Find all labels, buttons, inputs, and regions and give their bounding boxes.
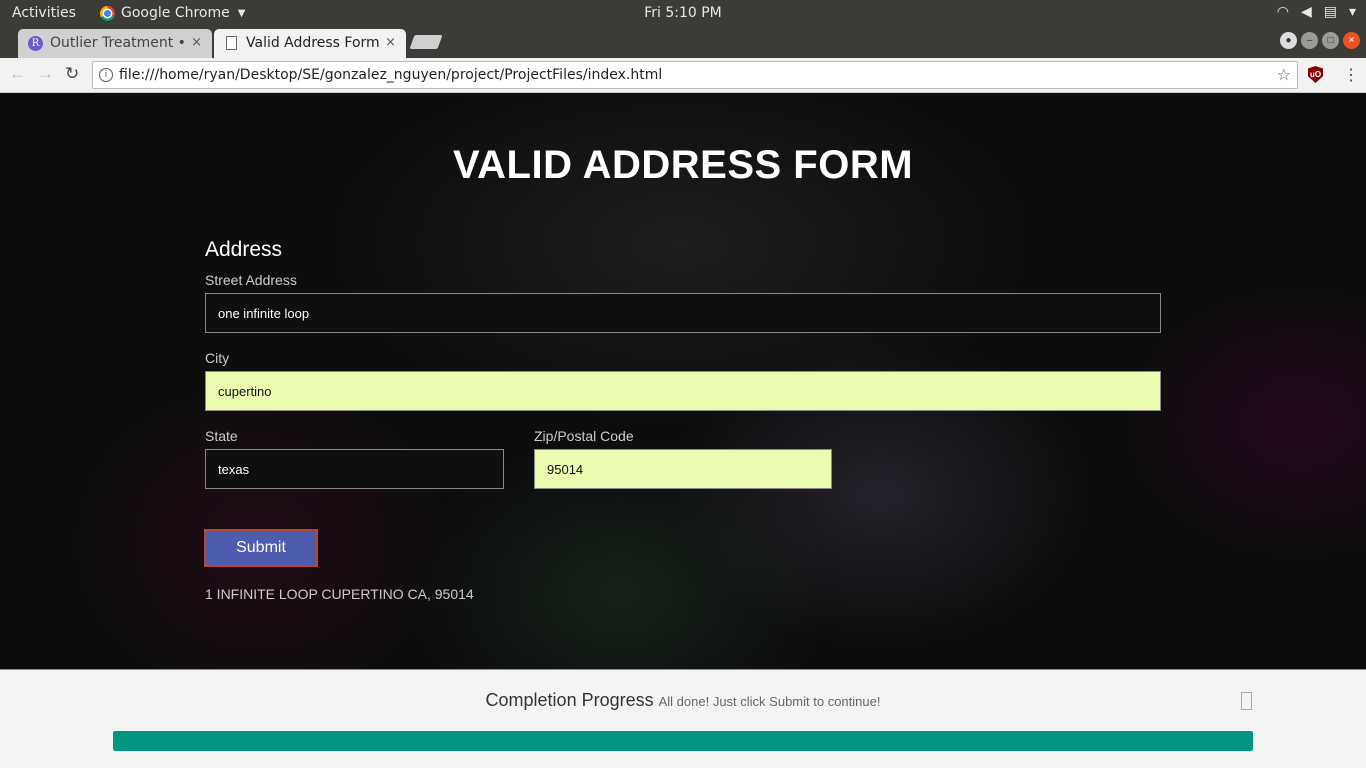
progress-bar-fill: [113, 731, 1253, 751]
forward-icon[interactable]: →: [37, 64, 54, 84]
zip-input[interactable]: [534, 449, 832, 489]
volume-icon[interactable]: ◀: [1301, 4, 1312, 20]
progress-title: Completion Progress: [485, 690, 654, 710]
tab-label: Valid Address Form: [246, 35, 380, 51]
completion-progress-panel: Completion Progress All done! Just click…: [0, 669, 1366, 768]
bookmark-star-icon[interactable]: ☆: [1277, 62, 1291, 88]
progress-message: All done! Just click Submit to continue!: [658, 694, 881, 709]
tab-label: Outlier Treatment •: [50, 35, 186, 51]
window-controls: ● – □ ×: [1280, 32, 1360, 49]
city-input[interactable]: [205, 371, 1161, 411]
close-icon[interactable]: ×: [191, 29, 202, 57]
r-logo-icon: R: [28, 36, 43, 51]
menu-dots-icon[interactable]: ⋮: [1343, 65, 1359, 85]
wifi-icon[interactable]: ◠: [1277, 4, 1289, 20]
maximize-icon[interactable]: □: [1322, 32, 1339, 49]
tab-outlier-treatment[interactable]: R Outlier Treatment • ×: [18, 29, 212, 58]
street-label: Street Address: [205, 272, 297, 288]
profile-icon[interactable]: ●: [1280, 32, 1297, 49]
state-label: State: [205, 428, 238, 444]
section-heading: Address: [205, 238, 283, 261]
document-icon: [226, 36, 237, 50]
close-icon[interactable]: ×: [385, 29, 396, 57]
progress-bar: [113, 731, 1253, 751]
activities-button[interactable]: Activities: [12, 5, 76, 21]
chrome-icon: [100, 5, 115, 21]
page-title: VALID ADDRESS FORM: [452, 143, 914, 187]
state-input[interactable]: [205, 449, 504, 489]
close-window-icon[interactable]: ×: [1343, 32, 1360, 49]
url-text: file:///home/ryan/Desktop/SE/gonzalez_ng…: [119, 67, 663, 83]
clipboard-icon[interactable]: ▤: [1324, 4, 1337, 20]
browser-toolbar: ← → ↻ i file:///home/ryan/Desktop/SE/gon…: [0, 58, 1366, 93]
info-icon[interactable]: i: [99, 68, 113, 82]
formatted-address-result: 1 INFINITE LOOP CUPERTINO CA, 95014: [205, 586, 474, 602]
app-menu[interactable]: Google Chrome ▼: [100, 5, 245, 21]
back-icon[interactable]: ←: [9, 64, 26, 84]
power-icon[interactable]: ▾: [1349, 4, 1356, 20]
ublock-icon[interactable]: uO: [1308, 66, 1323, 83]
minimize-icon[interactable]: –: [1301, 32, 1318, 49]
progress-heading: Completion Progress All done! Just click…: [0, 690, 1366, 711]
tab-valid-address-form[interactable]: Valid Address Form ×: [214, 29, 406, 58]
tab-strip: R Outlier Treatment • × Valid Address Fo…: [0, 27, 1366, 58]
submit-button[interactable]: Submit: [204, 529, 318, 567]
chevron-down-icon: ▼: [237, 7, 246, 19]
system-top-bar: Activities Google Chrome ▼ Fri 5:10 PM ◠…: [0, 0, 1366, 27]
address-bar[interactable]: i file:///home/ryan/Desktop/SE/gonzalez_…: [92, 61, 1298, 89]
page-content: VALID ADDRESS FORM Address Street Addres…: [0, 93, 1366, 669]
app-name: Google Chrome: [121, 5, 230, 21]
zip-label: Zip/Postal Code: [534, 428, 634, 444]
street-address-input[interactable]: [205, 293, 1161, 333]
new-tab-button[interactable]: [409, 35, 443, 49]
city-label: City: [205, 350, 230, 366]
toggle-panel-icon[interactable]: [1241, 692, 1252, 710]
system-tray[interactable]: ◠ ◀ ▤ ▾: [1277, 4, 1356, 20]
reload-icon[interactable]: ↻: [65, 64, 79, 84]
